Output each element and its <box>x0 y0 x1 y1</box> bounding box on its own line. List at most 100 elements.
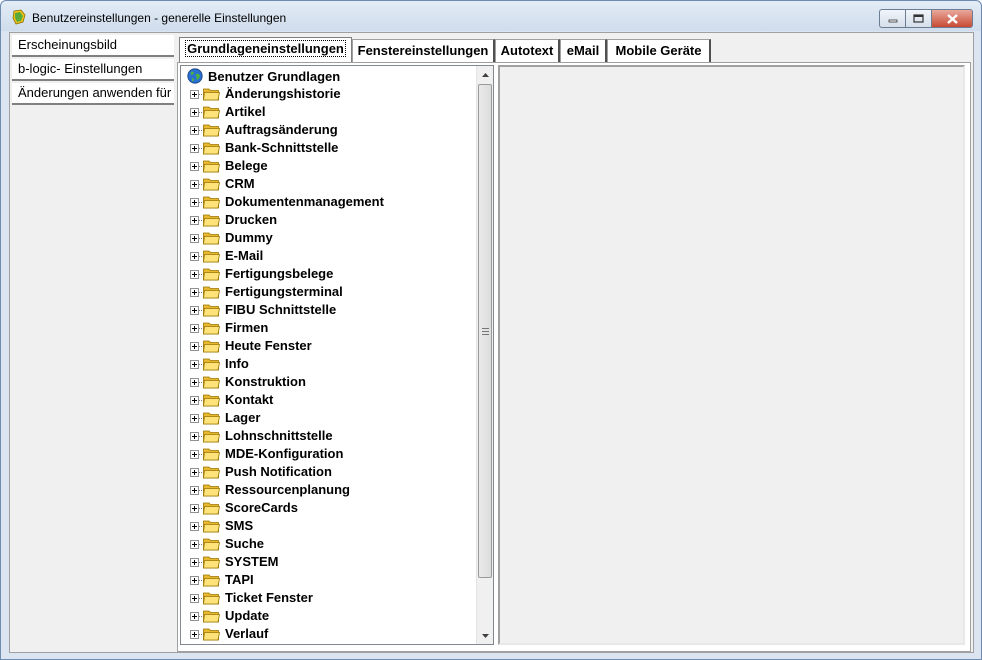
tab-fenstereinstellungen[interactable]: Fenstereinstellungen <box>352 39 495 62</box>
tree-item-label: Belege <box>225 158 268 173</box>
close-button[interactable] <box>931 9 973 28</box>
folder-icon <box>203 88 220 101</box>
expand-plus-icon[interactable] <box>190 108 199 117</box>
tree-item[interactable]: Info <box>181 355 471 373</box>
expand-plus-icon[interactable] <box>190 360 199 369</box>
expand-plus-icon[interactable] <box>190 90 199 99</box>
settings-tree[interactable]: Benutzer Grundlagen Änderungshistorie Art… <box>180 65 494 645</box>
tree-item[interactable]: Lohnschnittstelle <box>181 427 471 445</box>
tree-root-label: Benutzer Grundlagen <box>208 68 341 84</box>
folder-icon <box>203 412 220 425</box>
tree-item-label: Kontakt <box>225 392 274 407</box>
expand-plus-icon[interactable] <box>190 144 199 153</box>
scroll-down-button[interactable] <box>477 627 493 644</box>
tree-item[interactable]: MDE-Konfiguration <box>181 445 471 463</box>
tree-item[interactable]: Verlauf <box>181 625 471 643</box>
folder-icon <box>203 268 220 281</box>
folder-icon <box>203 556 220 569</box>
tree-item[interactable]: Kontakt <box>181 391 471 409</box>
tree-item[interactable]: SMS <box>181 517 471 535</box>
expand-plus-icon[interactable] <box>190 594 199 603</box>
tree-item[interactable]: Artikel <box>181 103 471 121</box>
expand-plus-icon[interactable] <box>190 486 199 495</box>
tab-mobile-geraete[interactable]: Mobile Geräte <box>607 39 711 62</box>
tree-item[interactable]: Änderungshistorie <box>181 85 471 103</box>
scroll-up-button[interactable] <box>477 66 493 83</box>
tab-label: Grundlageneinstellungen <box>185 40 346 57</box>
tree-item[interactable]: Ressourcenplanung <box>181 481 471 499</box>
tree-scrollbar[interactable] <box>476 66 493 644</box>
expand-plus-icon[interactable] <box>190 270 199 279</box>
tree-root[interactable]: Benutzer Grundlagen <box>187 67 340 85</box>
tree-item[interactable]: Heute Fenster <box>181 337 471 355</box>
expand-plus-icon[interactable] <box>190 450 199 459</box>
left-nav: Erscheinungsbild b-logic- Einstellungen … <box>10 33 175 652</box>
close-icon <box>946 13 958 24</box>
tree-item[interactable]: FIBU Schnittstelle <box>181 301 471 319</box>
tree-item[interactable]: Update <box>181 607 471 625</box>
tree-item[interactable]: Belege <box>181 157 471 175</box>
nav-item-erscheinungsbild[interactable]: Erscheinungsbild <box>12 35 174 57</box>
nav-item-b-logic-einstellungen[interactable]: b-logic- Einstellungen <box>12 59 174 81</box>
expand-plus-icon[interactable] <box>190 180 199 189</box>
tree-item[interactable]: CRM <box>181 175 471 193</box>
minimize-button[interactable] <box>879 9 905 28</box>
tree-item[interactable]: Dokumentenmanagement <box>181 193 471 211</box>
expand-plus-icon[interactable] <box>190 252 199 261</box>
tree-item[interactable]: ScoreCards <box>181 499 471 517</box>
tree-item[interactable]: E-Mail <box>181 247 471 265</box>
tab-label: Mobile Geräte <box>615 43 702 58</box>
folder-icon <box>203 322 220 335</box>
expand-plus-icon[interactable] <box>190 504 199 513</box>
expand-plus-icon[interactable] <box>190 216 199 225</box>
title-bar[interactable]: Benutzereinstellungen - generelle Einste… <box>1 1 981 31</box>
expand-plus-icon[interactable] <box>190 414 199 423</box>
tree-item[interactable]: Lager <box>181 409 471 427</box>
tab-grundlageneinstellungen[interactable]: Grundlageneinstellungen <box>179 37 352 63</box>
tab-label: Autotext <box>500 43 554 58</box>
tree-item[interactable]: Auftragsänderung <box>181 121 471 139</box>
tree-item-label: Konstruktion <box>225 374 306 389</box>
folder-icon <box>203 520 220 533</box>
nav-item-aenderungen-anwenden[interactable]: Änderungen anwenden für <box>12 83 174 105</box>
tree-item[interactable]: Bank-Schnittstelle <box>181 139 471 157</box>
expand-plus-icon[interactable] <box>190 630 199 639</box>
expand-plus-icon[interactable] <box>190 522 199 531</box>
tree-item[interactable]: TAPI <box>181 571 471 589</box>
tree-item[interactable]: Firmen <box>181 319 471 337</box>
expand-plus-icon[interactable] <box>190 558 199 567</box>
expand-plus-icon[interactable] <box>190 378 199 387</box>
expand-plus-icon[interactable] <box>190 396 199 405</box>
arrow-up-icon <box>481 72 489 77</box>
expand-plus-icon[interactable] <box>190 198 199 207</box>
tab-autotext[interactable]: Autotext <box>495 39 560 62</box>
tree-item[interactable]: Drucken <box>181 211 471 229</box>
expand-plus-icon[interactable] <box>190 432 199 441</box>
expand-plus-icon[interactable] <box>190 468 199 477</box>
maximize-button[interactable] <box>905 9 931 28</box>
tree-item[interactable]: Konstruktion <box>181 373 471 391</box>
tree-item[interactable]: Fertigungsterminal <box>181 283 471 301</box>
expand-plus-icon[interactable] <box>190 540 199 549</box>
tree-item[interactable]: Suche <box>181 535 471 553</box>
tree-item[interactable]: Dummy <box>181 229 471 247</box>
expand-plus-icon[interactable] <box>190 126 199 135</box>
folder-icon <box>203 358 220 371</box>
expand-plus-icon[interactable] <box>190 162 199 171</box>
tree-item[interactable]: Ticket Fenster <box>181 589 471 607</box>
tree-item[interactable]: Fertigungsbelege <box>181 265 471 283</box>
expand-plus-icon[interactable] <box>190 324 199 333</box>
scroll-thumb[interactable] <box>478 84 492 578</box>
expand-plus-icon[interactable] <box>190 234 199 243</box>
expand-plus-icon[interactable] <box>190 306 199 315</box>
settings-detail-panel <box>498 65 965 645</box>
expand-plus-icon[interactable] <box>190 342 199 351</box>
folder-icon <box>203 196 220 209</box>
expand-plus-icon[interactable] <box>190 576 199 585</box>
expand-plus-icon[interactable] <box>190 288 199 297</box>
tab-email[interactable]: eMail <box>560 39 607 62</box>
expand-plus-icon[interactable] <box>190 612 199 621</box>
tree-item-label: Drucken <box>225 212 278 227</box>
tree-item[interactable]: SYSTEM <box>181 553 471 571</box>
tree-item[interactable]: Push Notification <box>181 463 471 481</box>
